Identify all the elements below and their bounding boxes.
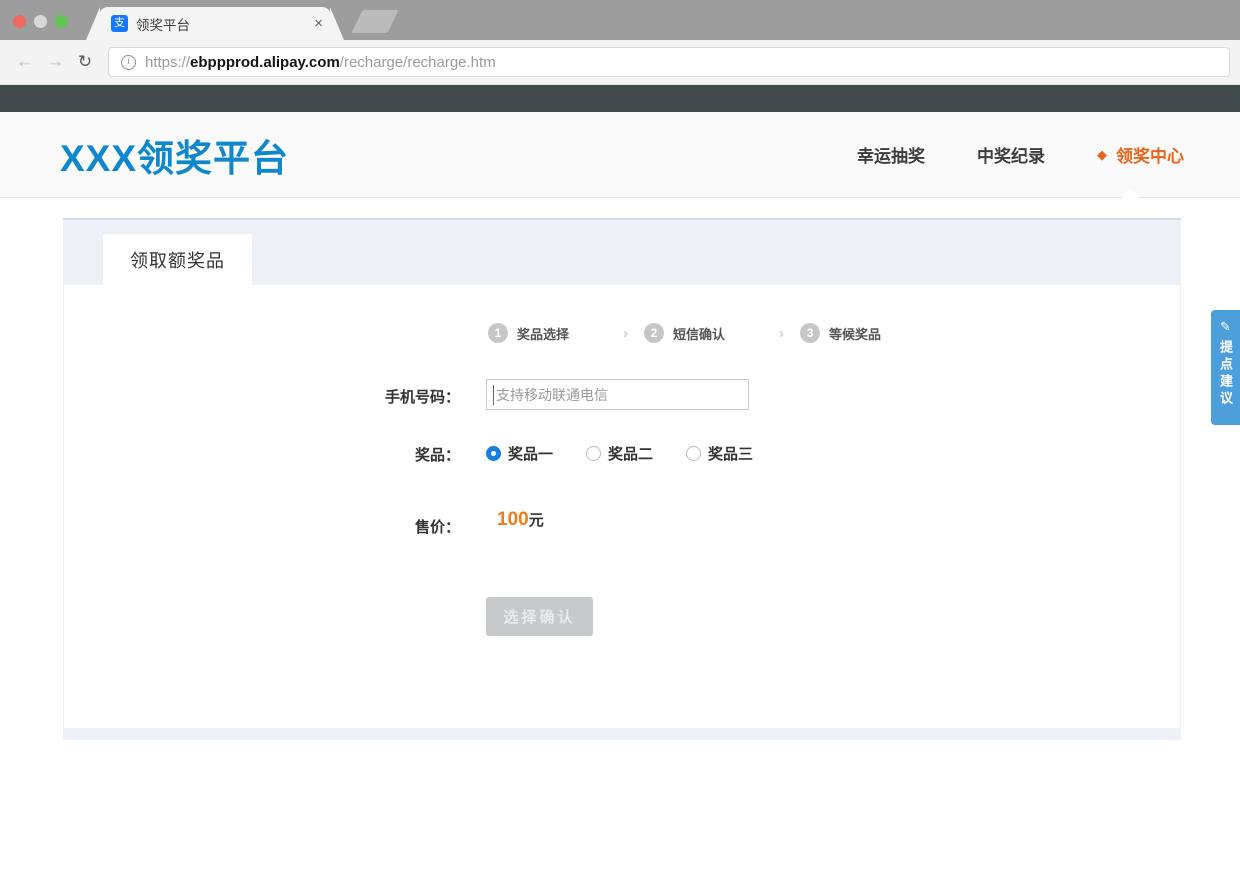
radio-unselected-icon[interactable] [586,446,601,461]
diamond-icon: ◆ [1097,147,1107,163]
nav-item-winning-records[interactable]: 中奖纪录 [977,142,1045,167]
browser-titlebar: 支 领奖平台 × [0,0,1240,40]
browser-tab[interactable]: 支 领奖平台 × [99,7,331,40]
step-number-badge: 1 [488,323,508,343]
feedback-side-tab[interactable]: ✎ 提点建议 [1211,310,1240,425]
radio-selected-icon[interactable] [486,446,501,461]
phone-input-wrapper [486,379,749,410]
price-value: 100 [497,509,529,531]
price-unit: 元 [529,509,544,530]
radio-label: 奖品三 [708,443,753,464]
prize-panel: 领取额奖品 1 奖品选择 › 2 短信确认 › 3 等候奖品 手机号码： [63,218,1181,740]
text-caret [493,385,494,405]
step-indicator: 1 奖品选择 › 2 短信确认 › 3 等候奖品 [488,323,881,343]
active-nav-caret [1121,189,1139,198]
step-number-badge: 3 [800,323,820,343]
step-label: 短信确认 [673,324,725,343]
traffic-lights [13,15,68,28]
site-nav: 幸运抽奖 中奖纪录 ◆ 领奖中心 [857,112,1184,197]
step-label: 等候奖品 [829,324,881,343]
nav-item-label: 幸运抽奖 [857,142,925,167]
site-info-icon[interactable]: i [121,55,136,70]
page-main: 领取额奖品 1 奖品选择 › 2 短信确认 › 3 等候奖品 手机号码： [0,198,1240,893]
chevron-right-icon: › [623,325,628,342]
url-path: /recharge/recharge.htm [340,54,496,71]
confirm-selection-button[interactable]: 选择确认 [486,597,593,636]
radio-label: 奖品二 [608,443,653,464]
forward-icon[interactable]: → [40,51,70,73]
prize-radio-group: 奖品一 奖品二 奖品三 [486,443,786,464]
top-dark-band [0,85,1240,112]
minimize-window-button[interactable] [34,15,47,28]
step-sms-confirm: 2 短信确认 [644,323,725,343]
back-icon[interactable]: ← [10,51,40,73]
alipay-favicon-icon: 支 [111,15,128,32]
step-wait-prize: 3 等候奖品 [800,323,881,343]
tab-claim-prize[interactable]: 领取额奖品 [103,234,252,285]
nav-item-prize-center[interactable]: ◆ 领奖中心 [1097,142,1184,167]
url-domain: ebppprod.alipay.com [190,54,340,71]
pencil-icon: ✎ [1211,319,1240,335]
nav-item-label: 领奖中心 [1116,142,1184,167]
new-tab-button[interactable] [351,10,398,33]
close-window-button[interactable] [13,15,26,28]
chevron-right-icon: › [779,325,784,342]
prize-label: 奖品： [64,444,460,465]
step-label: 奖品选择 [517,324,569,343]
url-protocol: https:// [145,54,190,71]
step-prize-selection: 1 奖品选择 [488,323,569,343]
nav-item-label: 中奖纪录 [977,142,1045,167]
radio-label: 奖品一 [508,443,553,464]
nav-item-lucky-draw[interactable]: 幸运抽奖 [857,142,925,167]
radio-prize-two[interactable]: 奖品二 [586,443,653,464]
browser-toolbar: ← → ↻ i https://ebppprod.alipay.com/rech… [0,40,1240,85]
radio-unselected-icon[interactable] [686,446,701,461]
panel-content: 1 奖品选择 › 2 短信确认 › 3 等候奖品 手机号码： 奖品： [64,285,1180,728]
zoom-window-button[interactable] [55,15,68,28]
step-number-badge: 2 [644,323,664,343]
feedback-label: 提点建议 [1216,340,1235,408]
radio-prize-one[interactable]: 奖品一 [486,443,553,464]
site-header: XXX领奖平台 幸运抽奖 中奖纪录 ◆ 领奖中心 [0,112,1240,198]
tab-title: 领奖平台 [136,14,308,34]
address-bar[interactable]: i https://ebppprod.alipay.com/recharge/r… [108,47,1230,77]
site-logo[interactable]: XXX领奖平台 [60,128,289,182]
phone-number-label: 手机号码： [64,386,460,407]
price-label: 售价： [64,516,460,537]
tab-close-icon[interactable]: × [314,15,323,32]
reload-icon[interactable]: ↻ [70,52,100,72]
radio-prize-three[interactable]: 奖品三 [686,443,753,464]
phone-input[interactable] [487,380,748,409]
price-row: 100 元 [497,509,544,531]
